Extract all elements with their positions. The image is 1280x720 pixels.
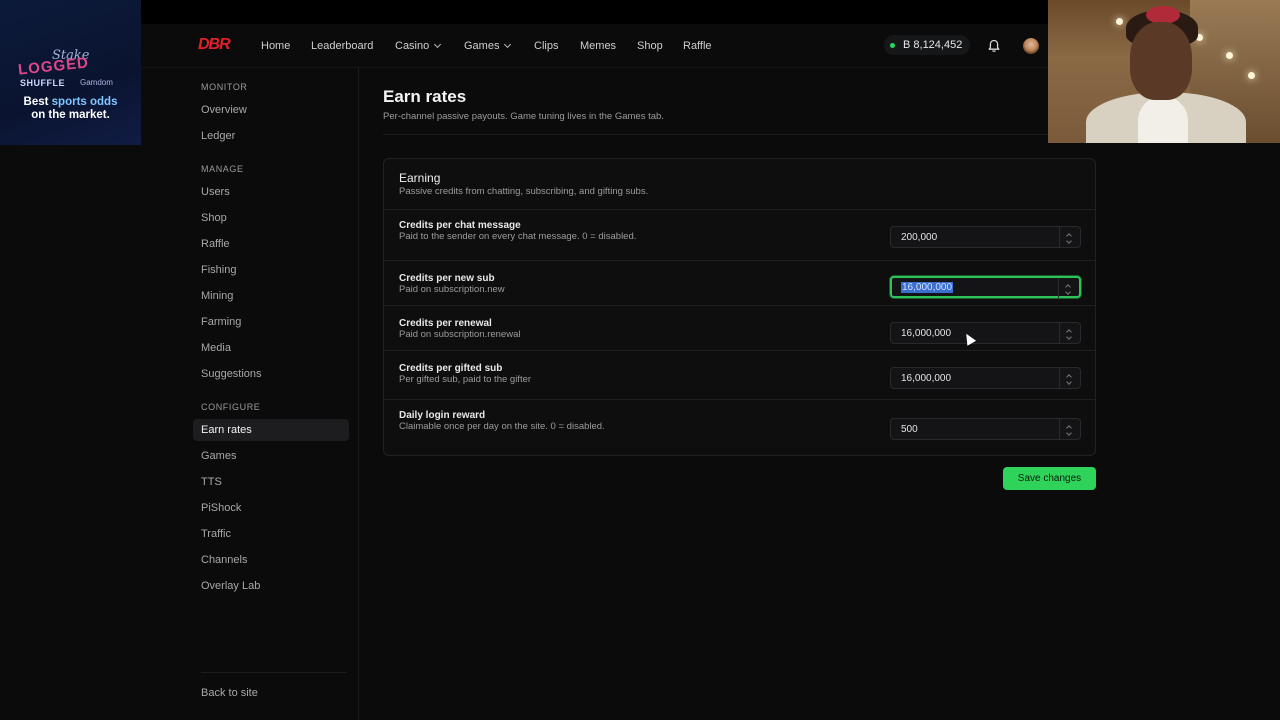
top-navigation: DBR Home Leaderboard Casino Games Clips … — [141, 24, 1048, 68]
tagline-highlight: sports odds — [51, 96, 118, 108]
card-title: Earning — [399, 171, 441, 185]
setting-label: Credits per renewal — [399, 318, 492, 329]
stepper-down-icon[interactable] — [1065, 289, 1071, 295]
sidebar-item-farming[interactable]: Farming — [193, 311, 349, 333]
setting-row-chat-message: Credits per chat message Paid to the sen… — [384, 209, 1095, 261]
section-configure: CONFIGURE — [201, 402, 261, 412]
input-value-selected: 16,000,000 — [901, 282, 954, 293]
setting-description: Per gifted sub, paid to the gifter — [399, 374, 532, 385]
sidebar-item-traffic[interactable]: Traffic — [193, 523, 349, 545]
sidebar-item-overlay-lab[interactable]: Overlay Lab — [193, 575, 349, 597]
sponsor-brand-shuffle: SHUFFLE — [20, 78, 65, 88]
setting-row-renewal: Credits per renewal Paid on subscription… — [384, 305, 1095, 351]
sponsor-ad-overlay: Stake LOGGED SHUFFLE Gamdom Best sports … — [0, 0, 141, 145]
sidebar-item-earn-rates[interactable]: Earn rates — [193, 419, 349, 441]
section-manage: MANAGE — [201, 164, 244, 174]
setting-label: Credits per gifted sub — [399, 363, 503, 374]
input-value: 16,000,000 — [901, 328, 952, 339]
stepper-down-icon[interactable] — [1066, 430, 1072, 436]
setting-description: Claimable once per day on the site. 0 = … — [399, 421, 605, 432]
renewal-credits-input[interactable]: 16,000,000 — [890, 322, 1081, 344]
card-description: Passive credits from chatting, subscribi… — [399, 186, 649, 197]
tagline-suffix: on the market. — [31, 109, 110, 121]
header-divider — [383, 134, 1048, 135]
sidebar-item-shop[interactable]: Shop — [193, 207, 349, 229]
user-avatar[interactable] — [1023, 38, 1039, 54]
sidebar-item-raffle[interactable]: Raffle — [193, 233, 349, 255]
bell-icon[interactable] — [987, 39, 1001, 53]
site-logo[interactable]: DBR — [198, 36, 231, 54]
nav-home[interactable]: Home — [261, 40, 290, 52]
setting-description: Paid on subscription.renewal — [399, 329, 521, 340]
setting-description: Paid to the sender on every chat message… — [399, 231, 637, 242]
chevron-down-icon — [504, 40, 512, 49]
sponsor-tagline: Best sports odds on the market. — [0, 96, 141, 122]
section-monitor: MONITOR — [201, 82, 248, 92]
stepper-down-icon[interactable] — [1066, 238, 1072, 244]
sidebar-divider — [201, 672, 347, 673]
sidebar-item-tts[interactable]: TTS — [193, 471, 349, 493]
nav-raffle[interactable]: Raffle — [683, 40, 712, 52]
nav-shop[interactable]: Shop — [637, 40, 663, 52]
nav-leaderboard[interactable]: Leaderboard — [311, 40, 373, 52]
nav-casino[interactable]: Casino — [395, 40, 442, 52]
earning-card: Earning Passive credits from chatting, s… — [383, 158, 1096, 456]
sidebar-item-games[interactable]: Games — [193, 445, 349, 467]
input-value: 200,000 — [901, 232, 938, 243]
admin-sidebar: MONITOR Overview Ledger MANAGE Users Sho… — [185, 68, 359, 720]
nav-games[interactable]: Games — [464, 40, 512, 52]
setting-label: Credits per chat message — [399, 220, 521, 231]
setting-row-daily-login: Daily login reward Claimable once per da… — [384, 399, 1095, 455]
sidebar-item-media[interactable]: Media — [193, 337, 349, 359]
balance-value: B 8,124,452 — [903, 39, 963, 51]
input-value: 16,000,000 — [901, 373, 952, 384]
sponsor-brand-logged: LOGGED — [17, 54, 90, 79]
sidebar-item-channels[interactable]: Channels — [193, 549, 349, 571]
chevron-down-icon — [434, 40, 442, 49]
setting-label: Credits per new sub — [399, 273, 495, 284]
tagline-prefix: Best — [23, 96, 52, 108]
number-stepper[interactable] — [1059, 227, 1080, 247]
nav-memes[interactable]: Memes — [580, 40, 616, 52]
back-to-site-link[interactable]: Back to site — [193, 682, 349, 704]
sidebar-item-pishock[interactable]: PiShock — [193, 497, 349, 519]
online-status-dot — [890, 42, 895, 48]
save-changes-button[interactable]: Save changes — [1003, 467, 1096, 490]
stepper-down-icon[interactable] — [1066, 334, 1072, 340]
sidebar-item-mining[interactable]: Mining — [193, 285, 349, 307]
setting-description: Paid on subscription.new — [399, 284, 505, 295]
setting-row-gifted-sub: Credits per gifted sub Per gifted sub, p… — [384, 350, 1095, 396]
new-sub-credits-input[interactable]: 16,000,000 — [890, 276, 1081, 298]
sidebar-item-suggestions[interactable]: Suggestions — [193, 363, 349, 385]
daily-login-reward-input[interactable]: 500 — [890, 418, 1081, 440]
setting-label: Daily login reward — [399, 410, 486, 421]
chat-message-credits-input[interactable]: 200,000 — [890, 226, 1081, 248]
sponsor-brand-gamdom: Gamdom — [80, 78, 113, 87]
nav-clips[interactable]: Clips — [534, 40, 558, 52]
number-stepper[interactable] — [1059, 323, 1080, 343]
webcam-overlay — [1048, 0, 1280, 143]
sidebar-item-overview[interactable]: Overview — [193, 99, 349, 121]
sidebar-item-fishing[interactable]: Fishing — [193, 259, 349, 281]
input-value: 500 — [901, 424, 918, 435]
number-stepper[interactable] — [1059, 368, 1080, 388]
stepper-down-icon[interactable] — [1066, 379, 1072, 385]
sidebar-item-users[interactable]: Users — [193, 181, 349, 203]
gifted-sub-credits-input[interactable]: 16,000,000 — [890, 367, 1081, 389]
page-title: Earn rates — [383, 87, 467, 106]
setting-row-new-sub: Credits per new sub Paid on subscription… — [384, 260, 1095, 306]
number-stepper[interactable] — [1058, 278, 1079, 298]
number-stepper[interactable] — [1059, 419, 1080, 439]
page-subtitle: Per-channel passive payouts. Game tuning… — [383, 111, 664, 122]
sidebar-item-ledger[interactable]: Ledger — [193, 125, 349, 147]
credit-balance[interactable]: B 8,124,452 — [884, 35, 971, 55]
